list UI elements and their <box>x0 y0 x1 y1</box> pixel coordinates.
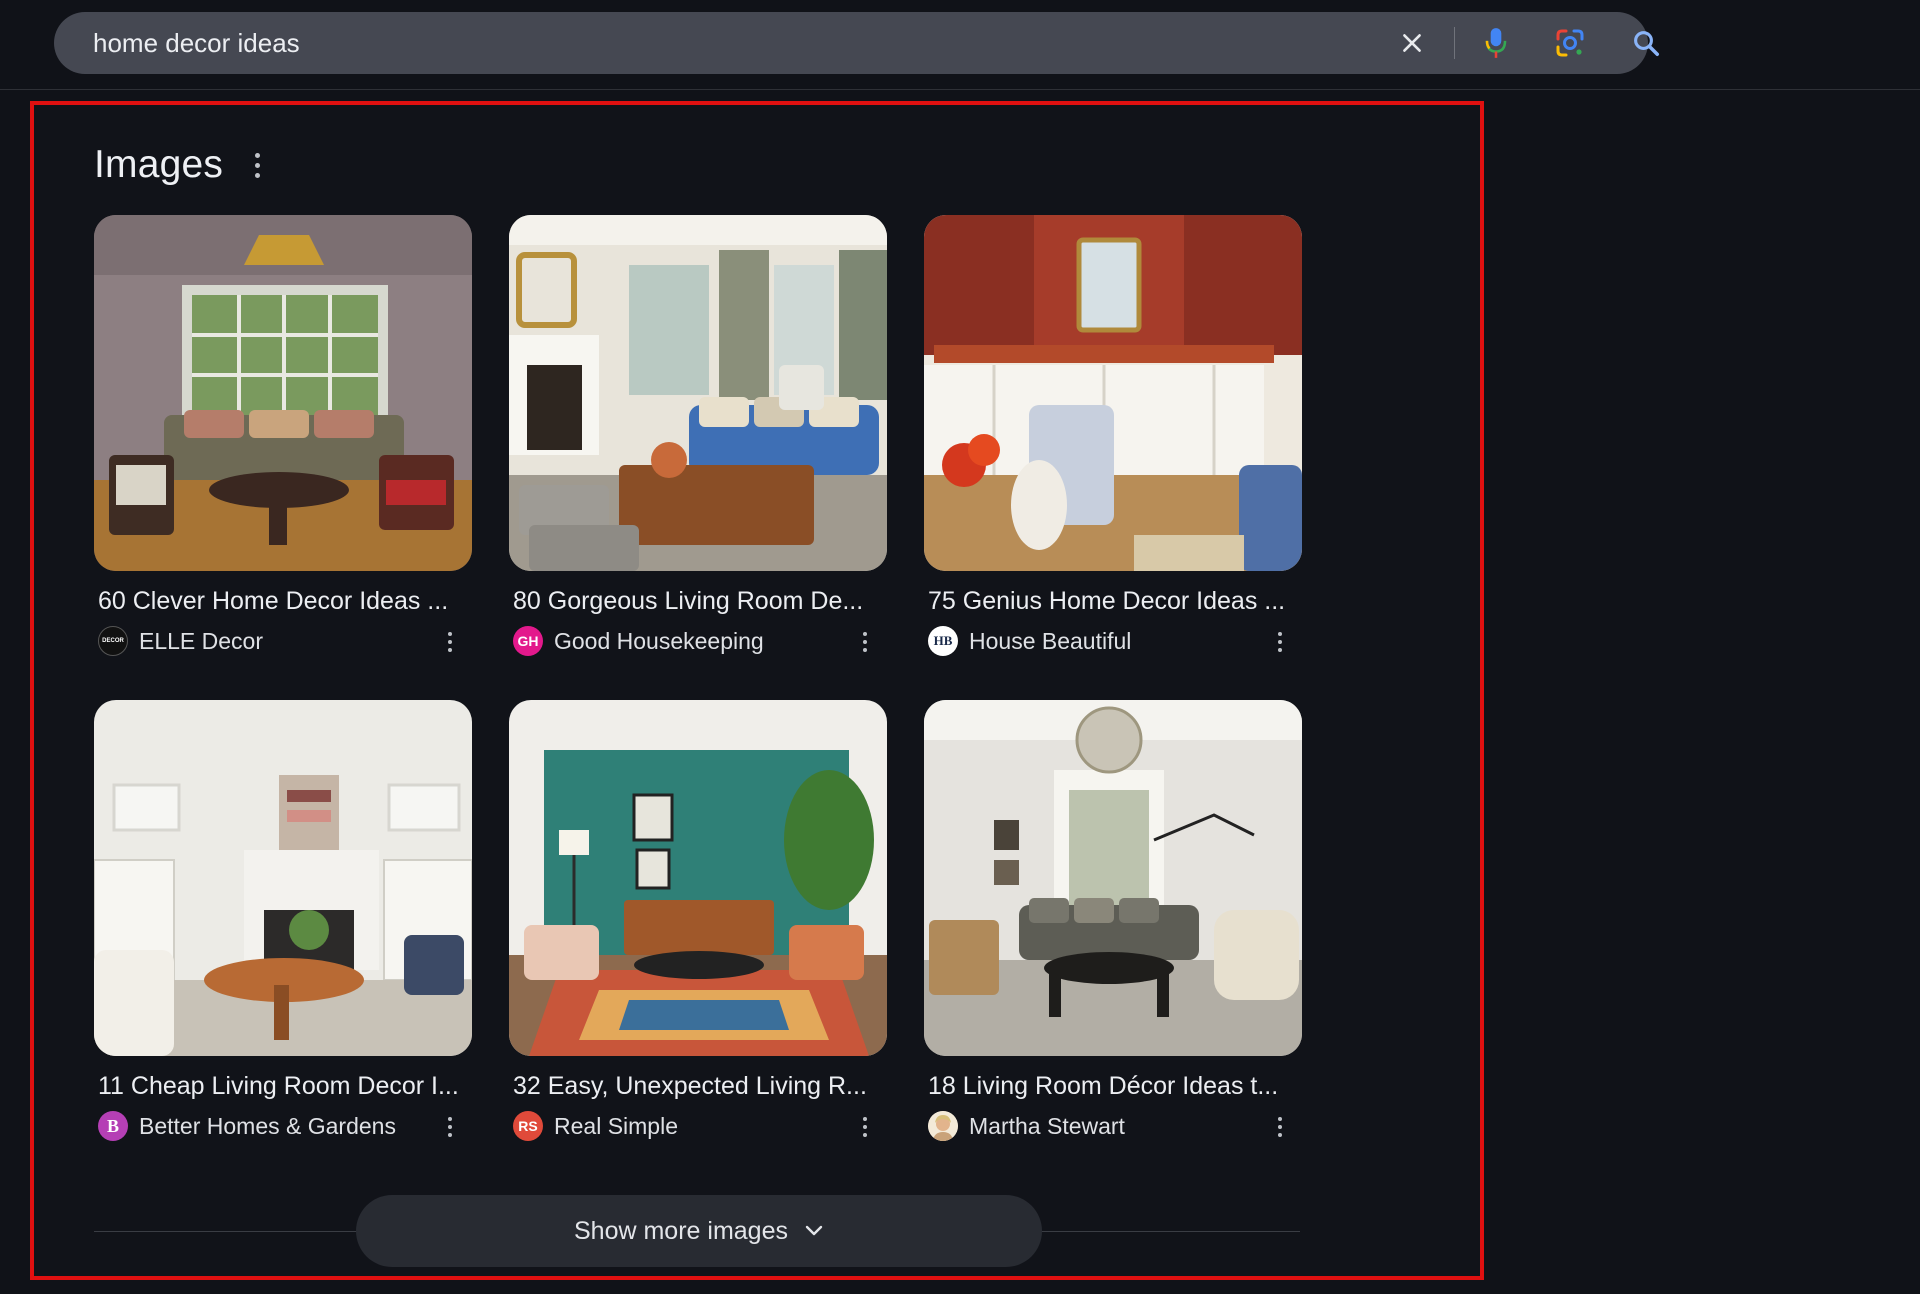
image-result-title[interactable]: 60 Clever Home Decor Ideas ... <box>94 587 472 616</box>
source-name: ELLE Decor <box>139 627 264 654</box>
search-box[interactable]: home decor ideas <box>54 12 1659 74</box>
result-options-icon[interactable] <box>1272 1113 1288 1141</box>
image-thumbnail[interactable] <box>509 215 887 571</box>
top-bar: home decor ideas <box>0 0 1920 90</box>
image-result-source[interactable]: HB House Beautiful <box>924 624 1302 658</box>
search-icon[interactable] <box>1620 12 1672 74</box>
image-result-title[interactable]: 75 Genius Home Decor Ideas ... <box>924 587 1302 616</box>
result-options-icon[interactable] <box>1272 628 1288 656</box>
result-options-icon[interactable] <box>442 628 458 656</box>
search-input[interactable]: home decor ideas <box>93 12 300 74</box>
image-result-title[interactable]: 32 Easy, Unexpected Living R... <box>509 1072 887 1101</box>
source-name: Good Housekeeping <box>554 627 764 654</box>
result-options-icon[interactable] <box>857 1113 873 1141</box>
image-thumbnail[interactable] <box>94 215 472 571</box>
image-thumbnail[interactable] <box>509 700 887 1056</box>
real-simple-favicon: RS <box>513 1111 543 1141</box>
search-divider <box>1454 27 1455 59</box>
image-thumbnail[interactable] <box>924 700 1302 1056</box>
more-options-icon[interactable] <box>247 147 267 183</box>
microphone-icon[interactable] <box>1470 12 1522 74</box>
image-result-source[interactable]: Martha Stewart <box>924 1109 1302 1143</box>
source-name: Better Homes & Gardens <box>139 1112 396 1139</box>
martha-stewart-favicon <box>928 1111 958 1141</box>
image-thumbnail[interactable] <box>924 215 1302 571</box>
source-name: Real Simple <box>554 1112 678 1139</box>
source-name: Martha Stewart <box>969 1112 1125 1139</box>
image-result-source[interactable]: DECOR ELLE Decor <box>94 624 472 658</box>
google-lens-icon[interactable] <box>1544 12 1596 74</box>
image-result-source[interactable]: RS Real Simple <box>509 1109 887 1143</box>
images-header: Images <box>94 135 267 195</box>
better-homes-gardens-favicon: B <box>98 1111 128 1141</box>
source-name: House Beautiful <box>969 627 1132 654</box>
image-result-source[interactable]: B Better Homes & Gardens <box>94 1109 472 1143</box>
images-title: Images <box>94 143 224 186</box>
image-result-source[interactable]: GH Good Housekeeping <box>509 624 887 658</box>
image-result-card[interactable]: 18 Living Room Décor Ideas t... Martha S… <box>924 700 1302 1143</box>
show-more-label: Show more images <box>574 1216 788 1245</box>
image-result-card[interactable]: 11 Cheap Living Room Decor I... B Better… <box>94 700 472 1143</box>
image-result-title[interactable]: 11 Cheap Living Room Decor I... <box>94 1072 472 1101</box>
image-result-title[interactable]: 80 Gorgeous Living Room De... <box>509 587 887 616</box>
result-options-icon[interactable] <box>857 628 873 656</box>
image-result-card[interactable]: 32 Easy, Unexpected Living R... RS Real … <box>509 700 887 1143</box>
image-result-title[interactable]: 18 Living Room Décor Ideas t... <box>924 1072 1302 1101</box>
images-panel: Images 60 Clever Home Decor Ideas ... DE… <box>30 101 1484 1280</box>
image-result-card[interactable]: 80 Gorgeous Living Room De... GH Good Ho… <box>509 215 887 658</box>
show-more-images-button[interactable]: Show more images <box>356 1195 1042 1267</box>
result-options-icon[interactable] <box>442 1113 458 1141</box>
house-beautiful-favicon: HB <box>928 626 958 656</box>
chevron-down-icon <box>805 1225 823 1236</box>
close-icon[interactable] <box>1386 12 1438 74</box>
image-thumbnail[interactable] <box>94 700 472 1056</box>
elle-decor-favicon: DECOR <box>98 626 128 656</box>
image-result-card[interactable]: 60 Clever Home Decor Ideas ... DECOR ELL… <box>94 215 472 658</box>
image-result-card[interactable]: 75 Genius Home Decor Ideas ... HB House … <box>924 215 1302 658</box>
good-housekeeping-favicon: GH <box>513 626 543 656</box>
